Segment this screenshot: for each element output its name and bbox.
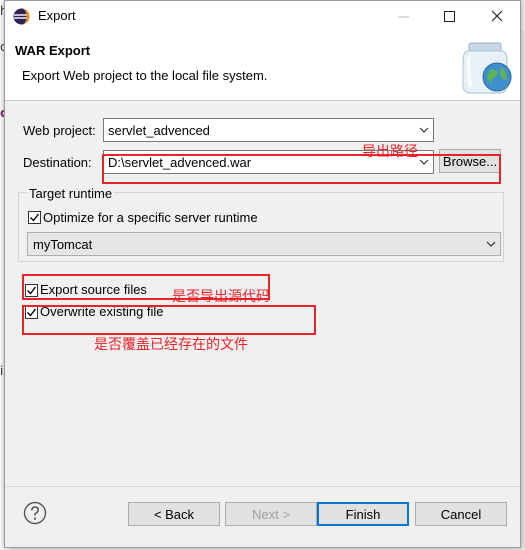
chevron-down-icon	[486, 241, 496, 247]
chevron-down-icon	[419, 127, 429, 133]
annotation-box-overwrite	[22, 305, 316, 335]
checkmark-icon	[30, 213, 40, 222]
title-bar[interactable]: Export	[5, 1, 520, 31]
web-project-label: Web project:	[23, 123, 96, 138]
wizard-banner: WAR Export Export Web project to the loc…	[5, 31, 520, 101]
maximize-button[interactable]	[426, 1, 472, 31]
maximize-icon	[443, 10, 455, 22]
annotation-overwrite: 是否覆盖已经存在的文件	[94, 337, 248, 353]
destination-label: Destination:	[23, 155, 92, 170]
back-button[interactable]: < Back	[128, 502, 220, 526]
annotation-box-destination	[102, 154, 501, 184]
finish-button[interactable]: Finish	[317, 502, 409, 526]
footer-separator	[5, 486, 520, 487]
window-title: Export	[38, 8, 76, 23]
eclipse-icon	[13, 8, 30, 25]
export-dialog: Export WAR Export Export Web project to …	[4, 0, 521, 548]
wizard-description: Export Web project to the local file sys…	[22, 68, 268, 83]
minimize-icon	[397, 16, 409, 17]
cancel-button[interactable]: Cancel	[415, 502, 507, 526]
optimize-label[interactable]: Optimize for a specific server runtime	[43, 210, 258, 225]
optimize-checkbox[interactable]	[28, 211, 41, 224]
minimize-button[interactable]	[380, 1, 426, 31]
wizard-title: WAR Export	[15, 43, 91, 58]
close-icon	[491, 10, 503, 22]
jar-globe-icon	[462, 42, 512, 94]
web-project-combo[interactable]: servlet_advenced	[103, 118, 434, 142]
close-button[interactable]	[474, 1, 520, 31]
help-icon[interactable]	[23, 501, 47, 525]
web-project-value: servlet_advenced	[108, 123, 210, 138]
next-button[interactable]: Next >	[225, 502, 317, 526]
annotation-source: 是否导出源代码	[172, 289, 270, 305]
runtime-value: myTomcat	[33, 237, 93, 252]
runtime-select[interactable]: myTomcat	[27, 232, 501, 256]
annotation-destination: 导出路径	[362, 144, 418, 160]
target-runtime-label: Target runtime	[27, 186, 115, 201]
